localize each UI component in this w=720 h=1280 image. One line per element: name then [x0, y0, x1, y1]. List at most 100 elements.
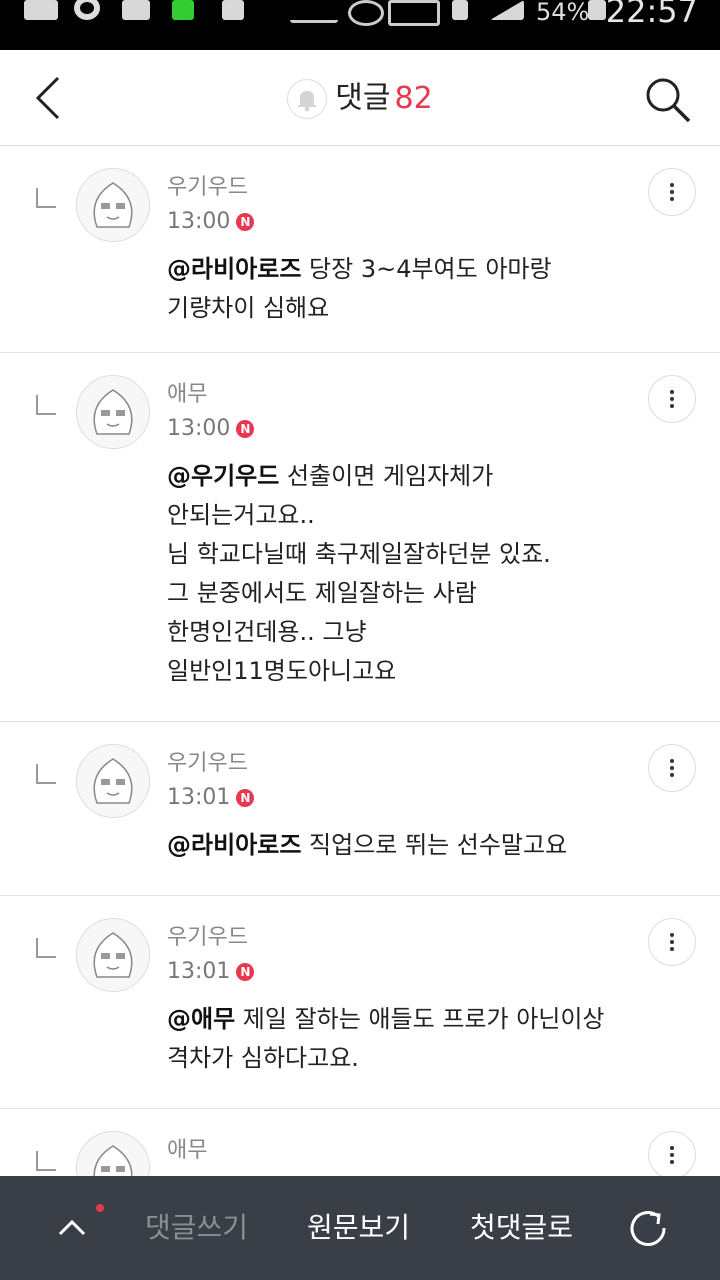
mention[interactable]: @우기우드 — [167, 462, 279, 490]
mute-icon — [290, 0, 338, 23]
comment-author[interactable]: 우기우드 — [167, 174, 248, 202]
dot-icon — [670, 404, 674, 408]
comment-line: @라비아로즈 직업으로 뛰는 선수말고요 — [167, 826, 687, 865]
battery-percent: 54% — [536, 0, 590, 26]
more-options-button[interactable] — [648, 918, 696, 966]
bell-icon[interactable] — [287, 78, 328, 119]
alarm-icon — [348, 0, 384, 26]
dot-icon — [670, 397, 674, 401]
mention[interactable]: @라비아로즈 — [167, 255, 301, 283]
reply-indent-icon — [36, 1151, 56, 1171]
more-options-button[interactable] — [648, 1131, 696, 1176]
write-comment-button[interactable]: 댓글쓰기 — [145, 1210, 248, 1246]
refresh-icon[interactable] — [628, 1208, 668, 1248]
more-options-button[interactable] — [648, 744, 696, 792]
comment-line-text: 기량차이 심해요 — [167, 294, 330, 322]
comment-line-text: 님 학교다닐때 축구제일잘하던분 있죠. — [167, 540, 551, 568]
comment-item: 애무 13:00 N @우기우드 선출이면 게임자체가안되는거고요.. 님 학교다닐때 … — [0, 353, 720, 722]
reply-indent-icon — [36, 938, 56, 958]
dot-icon — [670, 766, 674, 770]
comment-author[interactable]: 애무 — [167, 1137, 207, 1165]
circle-icon — [74, 0, 100, 20]
signal-app-icon — [172, 0, 194, 20]
search-icon[interactable] — [644, 76, 692, 124]
hd-icon — [388, 0, 440, 26]
mention[interactable]: @라비아로즈 — [167, 831, 301, 859]
avatar[interactable] — [76, 1131, 150, 1176]
new-badge: N — [236, 420, 255, 438]
comment-time-row: 13:01 N — [167, 784, 255, 812]
comment-line-text: 그 분중에서도 제일잘하는 사람 — [167, 579, 477, 607]
dot-icon — [670, 1153, 674, 1157]
comment-line: @애무 제일 잘하는 애들도 프로가 아닌이상 — [167, 1000, 687, 1039]
comment-line-text: 격차가 심하다고요. — [167, 1044, 359, 1072]
comment-text: @우기우드 선출이면 게임자체가안되는거고요.. 님 학교다닐때 축구제일잘하던분… — [167, 457, 687, 691]
header: 댓글 82 — [0, 50, 720, 146]
comment-author[interactable]: 우기우드 — [167, 750, 248, 778]
comment-time: 13:00 — [167, 209, 231, 234]
signal-icon — [490, 0, 524, 20]
page-title: 댓글 82 — [0, 74, 720, 123]
comment-line: 격차가 심하다고요. — [167, 1039, 687, 1078]
comment-text: @라비아로즈 당장 3~4부여도 아마랑기량차이 심해요 — [167, 250, 687, 328]
comment-line: 님 학교다닐때 축구제일잘하던분 있죠. — [167, 535, 687, 574]
comment-item: 우기우드 13:01 N @애무 제일 잘하는 애들도 프로가 아닌이상격차가 심하다… — [0, 896, 720, 1109]
dot-icon — [670, 759, 674, 763]
notification-dot — [96, 1204, 104, 1212]
comment-time: 13:00 — [167, 416, 231, 441]
comment-list[interactable]: 우기우드 13:00 N @라비아로즈 당장 3~4부여도 아마랑 기량차이 심해요 애무… — [0, 146, 720, 1176]
comment-author[interactable]: 애무 — [167, 381, 207, 409]
comment-line: 한명인건데용.. 그냥 — [167, 613, 687, 652]
battery-icon — [588, 0, 606, 20]
dot-icon — [670, 933, 674, 937]
wifi-icon — [452, 0, 468, 20]
avatar[interactable] — [76, 918, 150, 992]
view-original-button[interactable]: 원문보기 — [307, 1210, 410, 1246]
mention[interactable]: @애무 — [167, 1005, 235, 1033]
comment-time-row: 13:00 N — [167, 208, 255, 236]
comment-line: 그 분중에서도 제일잘하는 사람 — [167, 574, 687, 613]
comment-author[interactable]: 우기우드 — [167, 924, 248, 952]
comment-time: 13:01 — [167, 959, 231, 984]
dot-icon — [670, 190, 674, 194]
comment-time: 13:01 — [167, 785, 231, 810]
reply-indent-icon — [36, 395, 56, 415]
comment-line: 일반인11명도아니고요 — [167, 652, 687, 691]
comment-line: @우기우드 선출이면 게임자체가 — [167, 457, 687, 496]
more-options-button[interactable] — [648, 375, 696, 423]
dot-icon — [670, 947, 674, 951]
comment-item: 우기우드 13:00 N @라비아로즈 당장 3~4부여도 아마랑기량차이 심해요 — [0, 146, 720, 353]
dot-icon — [670, 197, 674, 201]
avatar[interactable] — [76, 168, 150, 242]
comment-line-text: 당장 3~4부여도 아마랑 — [301, 255, 552, 283]
comment-line-text: 안되는거고요.. — [167, 501, 315, 529]
app-icon — [122, 0, 150, 20]
dot-icon — [670, 1146, 674, 1150]
new-badge: N — [236, 789, 255, 807]
comment-line-text: 제일 잘하는 애들도 프로가 아닌이상 — [235, 1005, 605, 1033]
dot-icon — [670, 390, 674, 394]
dot-icon — [670, 1160, 674, 1164]
first-comment-button[interactable]: 첫댓글로 — [470, 1210, 573, 1246]
comment-line-text: 일반인11명도아니고요 — [167, 657, 397, 685]
more-options-button[interactable] — [648, 168, 696, 216]
dot-icon — [670, 773, 674, 777]
status-bar: 54% 22:57 — [0, 0, 720, 50]
scroll-top-icon[interactable] — [56, 1212, 88, 1244]
dot-icon — [670, 940, 674, 944]
title-label: 댓글 — [335, 80, 391, 116]
comment-item: 애무 — [0, 1109, 720, 1176]
comment-time-row: 13:01 N — [167, 958, 255, 986]
comment-item: 우기우드 13:01 N @라비아로즈 직업으로 뛰는 선수말고요 — [0, 722, 720, 896]
comment-time-row: 13:00 N — [167, 415, 255, 443]
avatar[interactable] — [76, 375, 150, 449]
message-icon — [24, 0, 58, 20]
comment-line-text: 직업으로 뛰는 선수말고요 — [301, 831, 568, 859]
new-badge: N — [236, 963, 255, 981]
avatar[interactable] — [76, 744, 150, 818]
reply-indent-icon — [36, 188, 56, 208]
comment-line-text: 한명인건데용.. 그냥 — [167, 618, 367, 646]
bottom-bar: 댓글쓰기 원문보기 첫댓글로 — [0, 1176, 720, 1280]
comment-count: 82 — [394, 80, 433, 116]
comment-line: @라비아로즈 당장 3~4부여도 아마랑 — [167, 250, 687, 289]
